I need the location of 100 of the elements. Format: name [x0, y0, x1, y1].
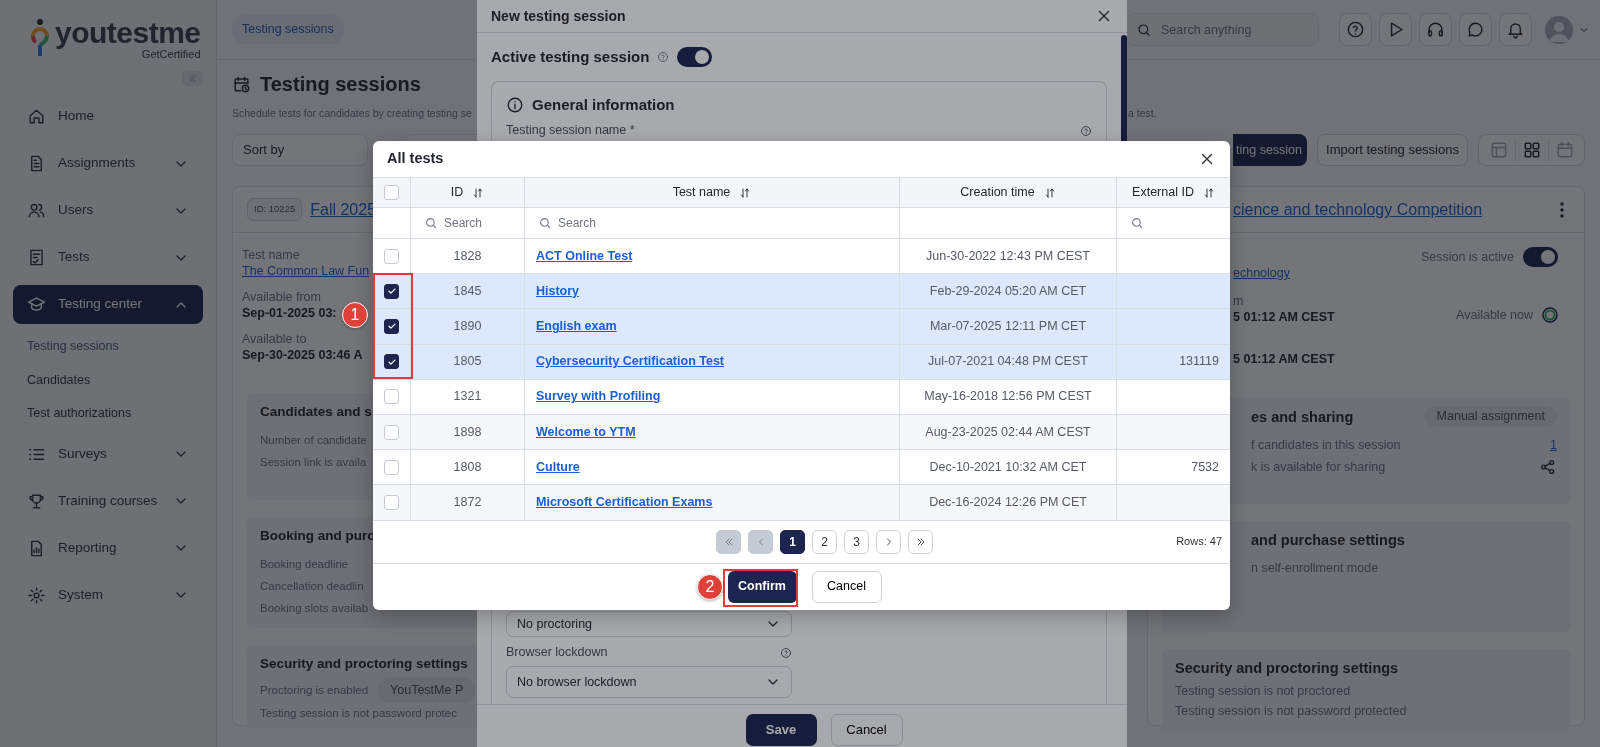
table-cell-text: 1845	[453, 282, 482, 300]
table-cell-text: Dec-10-2021 10:32 AM CET	[929, 458, 1087, 476]
confirm-button[interactable]: Confirm	[727, 570, 797, 603]
play-button[interactable]	[1379, 13, 1412, 46]
help-icon	[1346, 20, 1365, 39]
table-cell-text: 1890	[453, 318, 482, 336]
toggle-switch[interactable]	[677, 47, 713, 67]
modal-title: New testing session	[491, 6, 626, 26]
add-session-button[interactable]: ting session	[1233, 134, 1307, 166]
count-link[interactable]: 1	[1550, 436, 1557, 453]
sidebar-item[interactable]: Training courses	[13, 481, 203, 521]
save-button[interactable]: Save	[745, 714, 817, 746]
field-value: Sep-30-2025 03:46 A	[242, 347, 363, 363]
session-title-link[interactable]: cience and technology Competition	[1233, 197, 1483, 222]
home-icon	[27, 107, 46, 126]
test-link[interactable]: The Common Law Fun	[242, 263, 370, 279]
column-header[interactable]: ID	[411, 178, 524, 207]
sidebar-item[interactable]: Testing center	[13, 285, 203, 324]
checklist-icon	[27, 248, 46, 267]
page-button[interactable]: 3	[844, 529, 869, 554]
help-button[interactable]	[1339, 13, 1372, 46]
field-label: Test name	[242, 247, 300, 263]
page-button[interactable]: 2	[812, 529, 837, 554]
checkbox[interactable]	[384, 354, 399, 370]
table-cell-text: Jul-07-2021 04:48 PM CEST	[928, 353, 1088, 371]
settings-icon	[27, 585, 46, 605]
sidebar-item[interactable]: Home	[13, 97, 203, 136]
import-button[interactable]: Import testing sessions	[1317, 134, 1468, 166]
table-cell-text: 7532	[1191, 458, 1219, 476]
table-cell-text: May-16-2018 12:56 PM CEST	[924, 388, 1092, 406]
field-label: Testing session name *	[506, 122, 635, 140]
sidebar-item[interactable]: Tests	[13, 238, 203, 277]
last-page-button[interactable]	[908, 529, 933, 554]
chat-icon	[1466, 20, 1485, 39]
test-link[interactable]: echnology	[1233, 266, 1290, 280]
column-header[interactable]: Creation time	[900, 178, 1116, 207]
page-button[interactable]: 1	[780, 529, 805, 554]
search-field[interactable]: Search	[525, 208, 899, 238]
test-link[interactable]: Welcome to YTM	[536, 422, 636, 442]
test-link[interactable]: History	[536, 281, 580, 301]
chat-button[interactable]	[1459, 13, 1492, 46]
test-link[interactable]: Microsoft Certification Exams	[536, 493, 713, 512]
sidebar-item[interactable]: Users	[13, 191, 203, 230]
section-title: Security and proctoring settings	[260, 655, 468, 673]
column-header[interactable]: Test name	[525, 178, 899, 207]
table-cell-text: 1898	[453, 423, 482, 441]
test-link[interactable]: English exam	[536, 317, 617, 336]
breadcrumb-link[interactable]: Testing sessions	[232, 15, 344, 44]
cancel-button[interactable]: Cancel	[811, 570, 882, 603]
headset-icon	[1426, 20, 1445, 39]
next-page-button[interactable]	[876, 529, 901, 554]
section-title: Candidates and s	[260, 403, 372, 421]
availability-text: Available now	[1456, 306, 1533, 324]
table-cell-text: 131119	[1179, 353, 1219, 371]
table-cell-text: Feb-29-2024 05:20 AM CET	[929, 282, 1087, 300]
section-title: Booking and purc	[260, 527, 375, 545]
check-icon	[386, 321, 397, 332]
share-icon	[1539, 457, 1557, 476]
table-cell-text: Aug-23-2025 02:44 AM CEST	[925, 423, 1091, 441]
sidebar-subitem[interactable]: Candidates	[13, 363, 203, 397]
sort-icon	[1202, 186, 1215, 199]
test-link[interactable]: Cybersecurity Certification Test	[536, 352, 725, 372]
field-label: Browser lockdown	[506, 644, 608, 662]
test-link[interactable]: Culture	[536, 457, 580, 477]
field-value: 5 01:12 AM CEST	[1233, 308, 1335, 325]
sidebar-item[interactable]: Assignments	[13, 144, 203, 183]
sort-select[interactable]: Sort by	[232, 134, 368, 166]
checkbox[interactable]	[384, 283, 399, 299]
field-value: 5 01:12 AM CEST	[1233, 350, 1336, 367]
search-icon	[538, 216, 552, 230]
sidebar-item[interactable]: Surveys	[13, 434, 203, 474]
table-cell-text: Mar-07-2025 12:11 PM CET	[929, 318, 1087, 336]
sort-icon	[472, 186, 485, 199]
assignment-chip: Manual assignment	[1424, 405, 1557, 427]
calendar-icon	[232, 74, 251, 94]
more-icon[interactable]	[1560, 201, 1564, 218]
sidebar-subitem[interactable]: Testing sessions	[13, 330, 203, 364]
proctoring-select[interactable]: No proctoring	[506, 611, 792, 637]
support-button[interactable]	[1419, 13, 1452, 46]
graduation-cap-icon	[27, 295, 46, 314]
toggle-label: Session is active	[1420, 248, 1514, 266]
notifications-button[interactable]	[1499, 13, 1532, 46]
avatar[interactable]	[1545, 15, 1573, 44]
toggle-switch[interactable]	[1523, 247, 1558, 267]
search-icon	[1136, 21, 1152, 38]
test-link[interactable]: ACT Online Test	[536, 246, 633, 266]
lockdown-select[interactable]: No browser lockdown	[506, 666, 792, 698]
field-label: Available from	[242, 289, 321, 305]
test-link[interactable]: Survey with Profiling	[536, 387, 661, 407]
sidebar-item[interactable]: Reporting	[13, 528, 203, 568]
search-field[interactable]: Search	[411, 208, 524, 238]
column-header[interactable]: External ID	[1117, 178, 1230, 207]
checkbox[interactable]	[384, 318, 399, 334]
sidebar-subitem[interactable]: Test authorizations	[13, 397, 203, 431]
cancel-button[interactable]: Cancel	[830, 714, 903, 746]
collapse-button[interactable]	[182, 71, 203, 86]
users-icon	[27, 201, 46, 220]
field-value: Sep-01-2025 03:	[242, 305, 337, 321]
sidebar-item[interactable]: System	[13, 575, 203, 615]
trophy-icon	[27, 491, 46, 511]
